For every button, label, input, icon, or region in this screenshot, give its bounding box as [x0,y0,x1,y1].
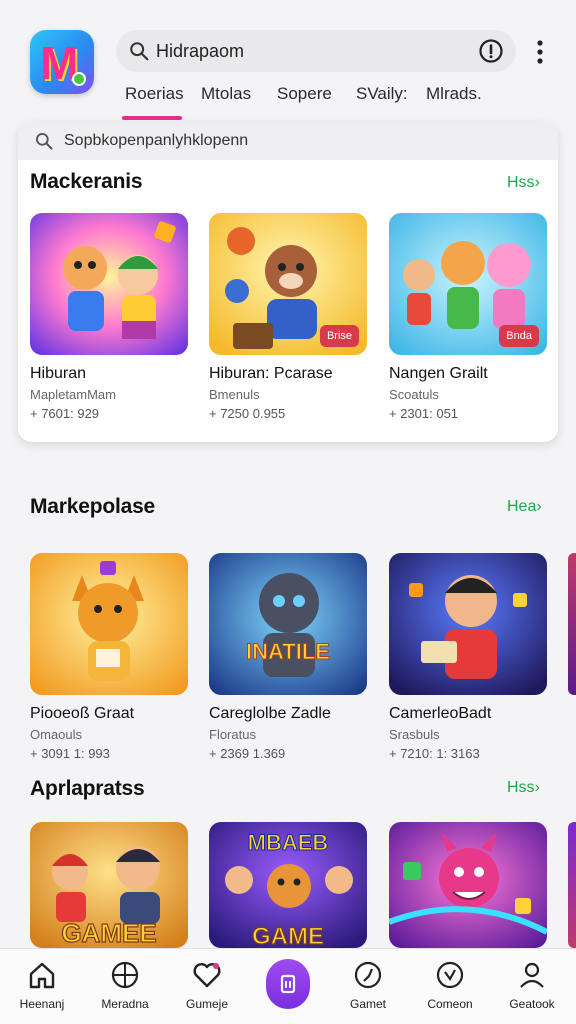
inner-search-bar[interactable]: Sopbkopenpanlyhklopenn [18,122,558,160]
see-more-link-3[interactable]: Hss› [507,779,540,797]
game-title: Nangen Grailt [389,365,488,382]
game-art-image: MBAEB GAME [209,822,367,948]
nav-item-home[interactable]: Heenanj [2,959,82,1011]
next-card-peek[interactable] [568,553,576,695]
nav-item-5[interactable]: Gamet [328,959,408,1011]
chevron-right-icon: › [536,498,542,515]
game-subtitle: Scoatuls [389,387,439,402]
game-subtitle: MapletamMam [30,387,116,402]
nav-label: Meradna [101,997,149,1011]
see-more-label: Hea [507,498,537,515]
see-more-link-2[interactable]: Hea› [507,498,542,516]
game-art-top-text: MBAEB [248,830,329,855]
game-card[interactable]: MBAEB GAME [209,822,369,948]
game-art-image [30,553,188,695]
bottom-navigation: Heenanj Meradna Gumeje Gamet Comeon Geat… [0,948,576,1024]
next-card-peek[interactable] [568,822,576,948]
game-thumbnail: Bnda [389,213,547,355]
game-thumbnail [30,553,188,695]
game-card[interactable]: Brise Hiburan: Pcarase Bmenuls + 7250 0.… [209,213,369,421]
game-meta: + 3091 1: 993 [30,746,110,761]
game-card[interactable]: Bnda Nangen Grailt Scoatuls + 2301: 051 [389,213,549,421]
game-art-text: INATILE [246,639,330,664]
see-more-label: Hss [507,174,535,191]
game-card[interactable]: Piooeoß Graat Omaouls + 3091 1: 993 [30,553,190,761]
active-tab-indicator [122,116,182,120]
nav-item-profile[interactable]: Geatook [492,959,572,1011]
see-more-link-1[interactable]: Hss› [507,174,540,192]
game-art-image [30,213,188,355]
search-input[interactable]: Hidrapaom [156,41,478,62]
nav-item-6[interactable]: Comeon [410,959,490,1011]
explore-icon [436,961,464,989]
tab-1[interactable]: Roerias [125,84,184,104]
chevron-right-icon: › [534,174,540,191]
see-more-label: Hss [507,779,535,796]
game-badge: Brise [319,325,359,347]
game-card[interactable] [389,822,549,948]
game-art-image: INATILE [209,553,367,695]
inner-search-text[interactable]: Sopbkopenpanlyhklopenn [64,132,248,150]
profile-icon [520,962,544,988]
game-subtitle: Bmenuls [209,387,260,402]
game-card[interactable]: CamerleoBadt Srasbuls + 7210: 1: 3163 [389,553,549,761]
game-title: CamerleoBadt [389,705,492,722]
search-bar[interactable]: Hidrapaom [116,30,516,72]
game-thumbnail [30,213,188,355]
game-art-text: GAMEE [61,918,156,948]
game-card[interactable]: GAMEE [30,822,190,948]
tab-3[interactable]: Sopere [277,84,332,104]
game-card[interactable]: INATILE Careglolbe Zadle Floratus + 2369… [209,553,369,761]
game-meta: + 7210: 1: 3163 [389,746,480,761]
compass-icon [354,961,382,989]
game-art-image [389,553,547,695]
center-action-icon [280,974,296,994]
game-title: Piooeoß Graat [30,705,135,722]
game-subtitle: Srasbuls [389,727,440,742]
game-meta: + 2369 1.369 [209,746,286,761]
section-title-3: Aprlapratss [30,777,145,800]
game-art-image: GAMEE [30,822,188,948]
game-meta: + 7601: 929 [30,406,100,421]
nav-label: Gumeje [185,997,229,1011]
grid-globe-icon [111,961,139,989]
nav-item-2[interactable]: Meradna [85,959,165,1011]
search-icon [130,42,149,61]
section-title-2: Markepolase [30,495,156,518]
section-title-1: Mackeranis [30,170,143,193]
center-action-button[interactable] [266,959,310,1009]
nav-item-3[interactable]: Gumeje [167,959,247,1011]
nav-label: Heenanj [19,997,65,1011]
game-art-text: GAME [252,923,324,948]
game-thumbnail [389,822,547,948]
game-meta: + 7250 0.955 [209,406,286,421]
game-title: Hiburan: Pcarase [209,365,333,382]
game-card[interactable]: Hiburan MapletamMam + 7601: 929 [30,213,190,421]
nav-label: Geatook [509,997,555,1011]
game-title: Hiburan [30,365,87,382]
game-badge: Bnda [499,325,539,347]
game-thumbnail: MBAEB GAME [209,822,367,948]
tab-2[interactable]: Mtolas [201,84,251,104]
game-thumbnail [389,553,547,695]
game-meta: + 2301: 051 [389,406,459,421]
nav-label: Comeon [427,997,473,1011]
search-icon [36,133,53,150]
more-options-icon[interactable] [530,38,550,66]
game-title: Careglolbe Zadle [209,705,331,722]
game-subtitle: Floratus [209,727,256,742]
tab-5[interactable]: Mlrads. [426,84,482,104]
nav-label: Gamet [349,997,386,1011]
heart-icon [193,963,221,988]
game-thumbnail: INATILE [209,553,367,695]
game-art-image [389,822,547,948]
tab-4[interactable]: SVaily: [356,84,408,104]
chevron-right-icon: › [534,779,540,796]
category-tabs: Roerias Mtolas Sopere SVaily: Mlrads. [0,82,576,122]
game-thumbnail: Brise [209,213,367,355]
game-thumbnail: GAMEE [30,822,188,948]
game-subtitle: Omaouls [30,727,83,742]
info-icon[interactable] [478,38,504,64]
home-icon [29,962,55,989]
